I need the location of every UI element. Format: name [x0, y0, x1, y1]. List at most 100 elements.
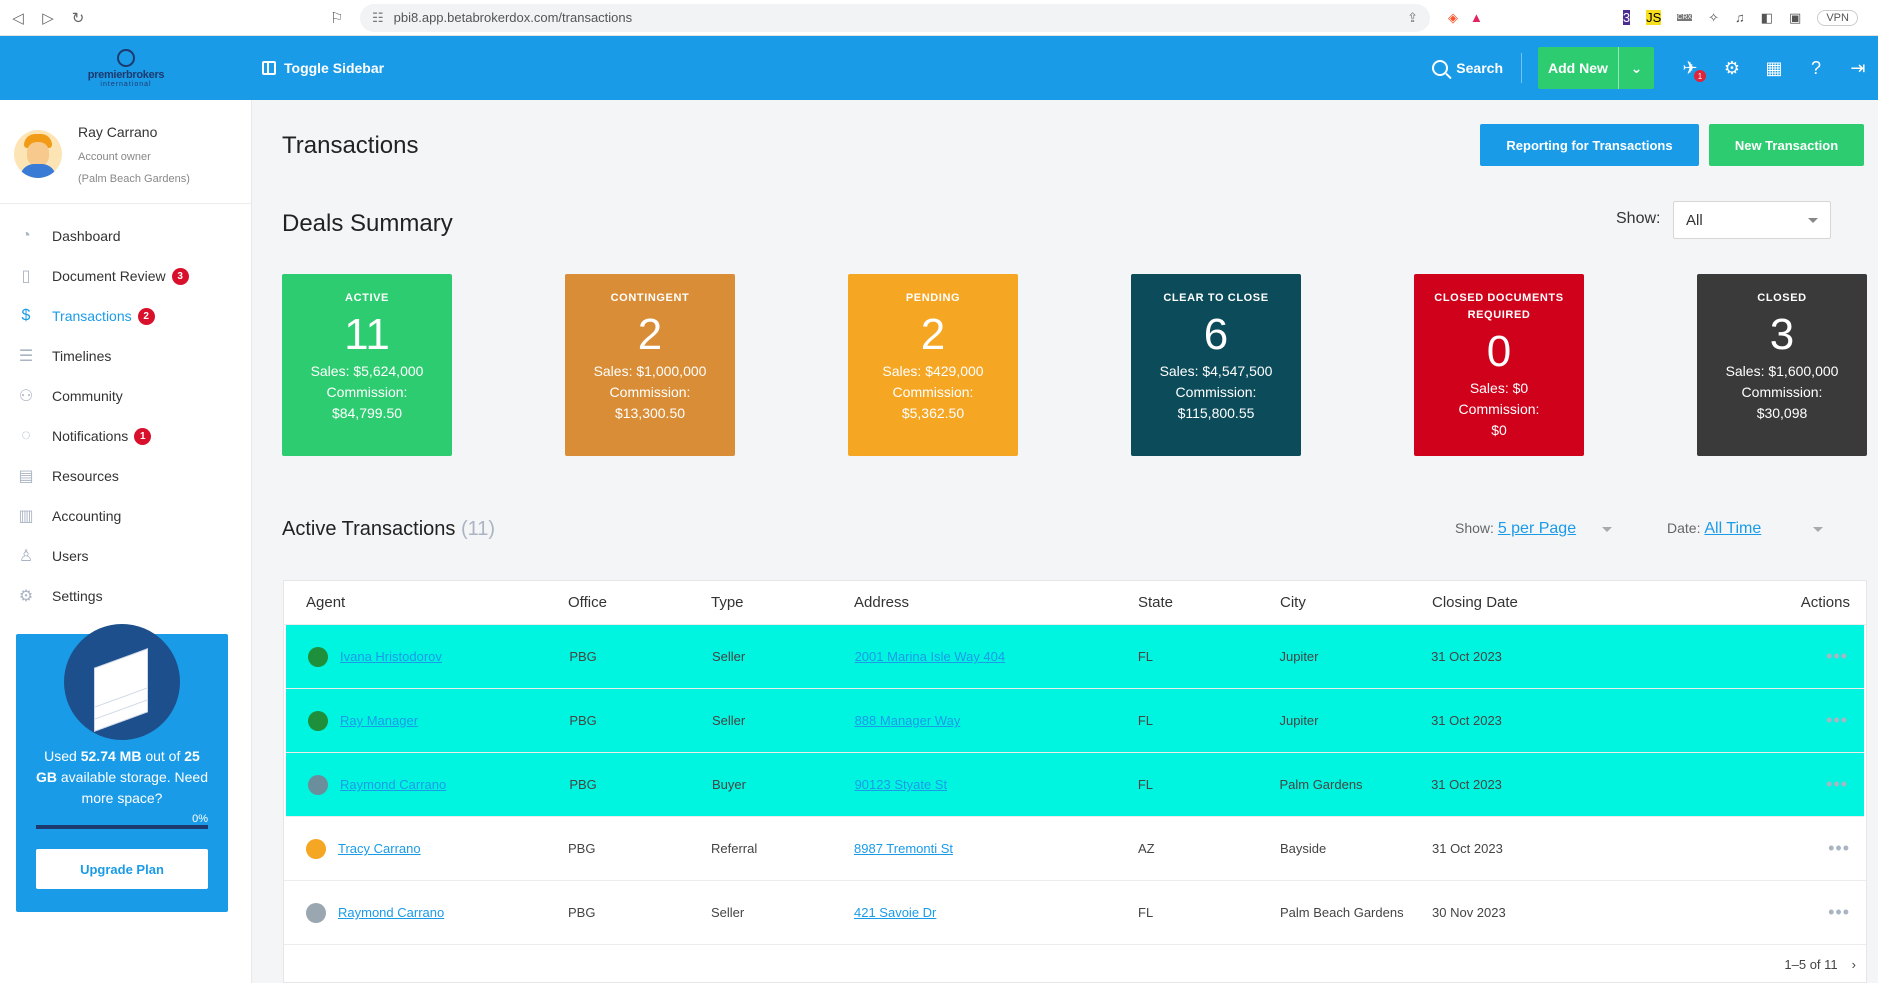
user-profile[interactable]: Ray Carrano Account owner (Palm Beach Ga… — [0, 100, 251, 204]
address-link[interactable]: 421 Savoie Dr — [854, 905, 936, 920]
date-filter-value[interactable]: All Time — [1704, 520, 1761, 537]
sidebar-item-timelines[interactable]: ☰ Timelines — [0, 336, 251, 376]
search-button[interactable]: Search — [1432, 53, 1522, 83]
table-row[interactable]: Tracy Carrano PBG Referral 8987 Tremonti… — [284, 817, 1866, 881]
show-select[interactable]: All — [1673, 201, 1831, 239]
sidebar-item-document-review[interactable]: ▯ Document Review 3 — [0, 256, 251, 296]
sidebar-item-users[interactable]: ♙ Users — [0, 536, 251, 576]
company-logo[interactable]: premierbrokers international — [0, 36, 252, 100]
help-icon[interactable]: ? — [1806, 58, 1826, 78]
profile-office: (Palm Beach Gardens) — [78, 173, 190, 185]
music-icon[interactable]: ♫ — [1735, 10, 1745, 25]
toggle-sidebar-button[interactable]: Toggle Sidebar — [262, 60, 384, 76]
more-actions-icon[interactable]: ••• — [1826, 646, 1848, 666]
address-link[interactable]: 8987 Tremonti St — [854, 841, 953, 856]
sidebar-item-label: Resources — [52, 468, 119, 484]
per-page-value[interactable]: 5 per Page — [1498, 520, 1576, 537]
new-transaction-button[interactable]: New Transaction — [1709, 124, 1864, 166]
upgrade-plan-button[interactable]: Upgrade Plan — [36, 849, 208, 889]
card-active[interactable]: ACTIVE 11 Sales: $5,624,000 Commission: $84… — [282, 274, 452, 456]
column-header: Address — [854, 594, 910, 611]
office-cell: PBG — [569, 777, 597, 792]
forward-icon[interactable]: ▷ — [40, 9, 56, 27]
crx-extension-icon[interactable]: CRX — [1677, 14, 1693, 21]
address-link[interactable]: 2001 Marina Isle Way 404 — [855, 649, 1006, 664]
document-icon: ▯ — [21, 268, 31, 285]
megaphone-icon[interactable]: ✈ 1 — [1680, 58, 1706, 82]
column-header: Agent — [306, 594, 346, 611]
table-row[interactable]: Ivana Hristodorov PBG Seller 2001 Marina… — [286, 625, 1864, 689]
agent-link[interactable]: Ray Manager — [340, 713, 418, 728]
chat-icon: ◌ — [21, 427, 31, 444]
extension-badge-icon[interactable]: 3 — [1622, 10, 1631, 25]
sidebar-item-resources[interactable]: ▤ Resources — [0, 456, 251, 496]
address-link[interactable]: 888 Manager Way — [855, 713, 961, 728]
gear-icon[interactable]: ⚙ — [1722, 58, 1742, 78]
vpn-button[interactable]: VPN — [1817, 9, 1858, 26]
more-actions-icon[interactable]: ••• — [1826, 774, 1848, 794]
agent-link[interactable]: Raymond Carrano — [338, 905, 444, 920]
per-page-select[interactable]: Show: 5 per Page — [1455, 520, 1612, 538]
office-cell: PBG — [569, 649, 597, 664]
agent-link[interactable]: Raymond Carrano — [340, 777, 446, 792]
address-bar[interactable]: ☷ pbi8.app.betabrokerdox.com/transaction… — [360, 3, 1430, 32]
storage-progress-bar — [36, 825, 208, 829]
sidebar-icon[interactable]: ◧ — [1761, 10, 1773, 26]
address-link[interactable]: 90123 Styate St — [855, 777, 948, 792]
chevron-down-icon[interactable]: ⌄ — [1618, 47, 1654, 89]
closing-date-cell: 30 Nov 2023 — [1432, 905, 1506, 920]
puzzle-icon[interactable]: ✧ — [1708, 10, 1719, 26]
more-actions-icon[interactable]: ••• — [1828, 838, 1850, 858]
table-row[interactable]: Raymond Carrano PBG Buyer 90123 Styate S… — [286, 753, 1864, 817]
chevron-right-icon[interactable]: › — [1852, 957, 1856, 972]
sidebar-toggle-icon — [262, 61, 276, 75]
table-row[interactable]: Ray Manager PBG Seller 888 Manager Way F… — [286, 689, 1864, 753]
sidebar-item-settings[interactable]: ⚙ Settings — [0, 576, 251, 616]
column-header: Actions — [1800, 594, 1850, 611]
sidebar-item-community[interactable]: ⚇ Community — [0, 376, 251, 416]
dollar-cycle-icon: $ — [21, 307, 31, 324]
agent-link[interactable]: Tracy Carrano — [338, 841, 421, 856]
table-row[interactable]: Raymond Carrano PBG Seller 421 Savoie Dr… — [284, 881, 1866, 945]
extension-icons: 3 JS CRX ✧ ♫ ◧ ▣ VPN — [1622, 9, 1858, 26]
logout-icon[interactable]: ⇥ — [1848, 58, 1868, 78]
reporting-button[interactable]: Reporting for Transactions — [1480, 124, 1699, 166]
state-cell: FL — [1137, 713, 1154, 728]
state-cell: FL — [1138, 905, 1154, 920]
sidebar-item-transactions[interactable]: $ Transactions 2 — [0, 296, 251, 336]
more-actions-icon[interactable]: ••• — [1826, 710, 1848, 730]
closing-date-cell: 31 Oct 2023 — [1431, 777, 1502, 792]
card-pending[interactable]: PENDING 2 Sales: $429,000 Commission: $5,36… — [848, 274, 1018, 456]
calendar-icon[interactable]: ▦ — [1764, 58, 1784, 78]
toggle-sidebar-label: Toggle Sidebar — [284, 60, 385, 76]
state-cell: FL — [1137, 777, 1154, 792]
reload-icon[interactable]: ↻ — [70, 9, 86, 27]
logo-sub: international — [100, 80, 152, 88]
bookmark-icon[interactable]: ⚐ — [330, 9, 350, 27]
add-new-label: Add New — [1548, 60, 1608, 76]
card-closed[interactable]: CLOSED 3 Sales: $1,600,000 Commission: $30,… — [1697, 274, 1867, 456]
card-clear-to-close[interactable]: CLEAR TO CLOSE 6 Sales: $4,547,500 Commiss… — [1131, 274, 1301, 456]
sidebar-item-notifications[interactable]: ◌ Notifications 1 — [0, 416, 251, 456]
share-icon[interactable]: ⇪ — [1407, 10, 1418, 26]
agent-link[interactable]: Ivana Hristodorov — [340, 649, 442, 664]
more-actions-icon[interactable]: ••• — [1828, 902, 1850, 922]
show-select-value: All — [1686, 211, 1703, 229]
sidebar-item-accounting[interactable]: ▥ Accounting — [0, 496, 251, 536]
card-contingent[interactable]: CONTINGENT 2 Sales: $1,000,000 Commission:… — [565, 274, 735, 456]
brave-shield-icon[interactable]: ◈ — [1448, 10, 1458, 26]
brave-rewards-icon[interactable]: ▲ — [1470, 10, 1483, 25]
sidebar-item-dashboard[interactable]: ◔ Dashboard — [0, 216, 251, 256]
card-closed-documents-required[interactable]: CLOSED DOCUMENTS REQUIRED 0 Sales: $0 Comm… — [1414, 274, 1584, 456]
wallet-icon[interactable]: ▣ — [1789, 10, 1801, 26]
js-extension-icon[interactable]: JS — [1646, 10, 1662, 25]
header-actions: Search Add New ⌄ ✈ 1 ⚙ ▦ ? ⇥ — [1432, 36, 1878, 100]
deals-summary-title: Deals Summary — [282, 210, 453, 237]
city-cell: Palm Gardens — [1279, 776, 1363, 792]
back-icon[interactable]: ◁ — [10, 9, 26, 27]
add-new-button[interactable]: Add New ⌄ — [1538, 47, 1654, 89]
browser-toolbar: ◁ ▷ ↻ ⚐ ☷ pbi8.app.betabrokerdox.com/tra… — [0, 0, 1878, 36]
show-label: Show: — [1616, 210, 1661, 227]
date-filter-select[interactable]: Date: All Time — [1667, 520, 1824, 538]
site-settings-icon[interactable]: ☷ — [372, 10, 384, 26]
